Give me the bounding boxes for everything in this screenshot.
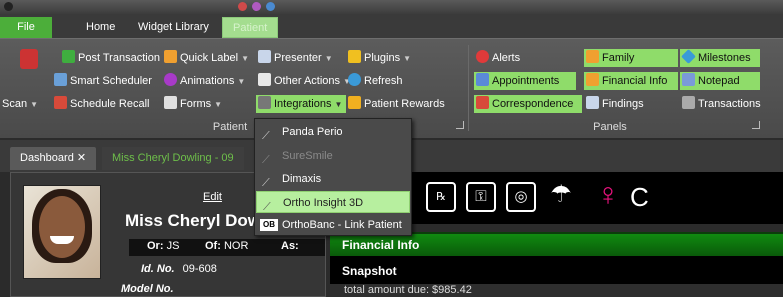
transactions-button[interactable]: Transactions (682, 95, 761, 113)
link-icon: ⟋ (262, 177, 270, 189)
findings-button[interactable]: Findings (586, 95, 644, 113)
cut-off-letter: C (630, 182, 649, 212)
correspondence-button[interactable]: Correspondence (474, 95, 582, 113)
other-actions-button[interactable]: Other Actions ▼ (258, 72, 351, 90)
refresh-button[interactable]: Refresh (348, 72, 403, 90)
dollar-icon (62, 50, 75, 63)
menu-item-panda-perio[interactable]: ⟋ Panda Perio (256, 121, 410, 143)
financial-info-button[interactable]: Financial Info (584, 72, 678, 90)
document-icon (258, 73, 271, 86)
prescription-icon[interactable]: ℞ (426, 182, 456, 212)
ribbon-separator (468, 45, 469, 131)
appointments-icon (476, 73, 489, 86)
register-icon (682, 96, 695, 109)
notepad-button[interactable]: Notepad (680, 72, 760, 90)
diamond-icon (681, 49, 696, 64)
patient-group-expand-icon[interactable] (456, 121, 464, 129)
edit-link[interactable]: Edit (203, 191, 222, 203)
patient-name: Miss Cheryl Dow (125, 211, 262, 230)
or-value: JS (166, 240, 180, 252)
close-icon[interactable]: ✕ (77, 152, 86, 164)
calendar-icon (54, 73, 67, 86)
lock-icon[interactable]: ⚿ (466, 182, 496, 212)
panels-group-expand-icon[interactable] (752, 121, 760, 129)
snapshot-header: Snapshot (330, 256, 783, 284)
menu-item-dimaxis[interactable]: ⟋ Dimaxis (256, 168, 410, 190)
quick-access-icon[interactable] (252, 2, 261, 11)
smart-scheduler-button[interactable]: Smart Scheduler (54, 72, 152, 90)
notepad-icon (682, 73, 695, 86)
family-button[interactable]: Family (584, 49, 678, 67)
of-value: NOR (223, 240, 249, 252)
quick-label-button[interactable]: Quick Label ▼ (164, 49, 249, 67)
total-amount-due: total amount due: $985.42 (330, 284, 783, 297)
schedule-recall-button[interactable]: Schedule Recall (54, 95, 150, 113)
globe-icon[interactable]: ◎ (506, 182, 536, 212)
link-icon: ⟋ (262, 154, 270, 166)
link-icon (258, 96, 271, 109)
tab-dashboard[interactable]: Dashboard ✕ (10, 147, 97, 170)
quick-access-icon[interactable] (238, 2, 247, 11)
panels-group-label: Panels (593, 121, 627, 133)
menu-item-orthobanc-link-patient[interactable]: OB OrthoBanc - Link Patient (256, 214, 410, 236)
integrations-dropdown: ⟋ Panda Perio ⟋ SureSmile ⟋ Dimaxis ⟋ Ortho … (254, 118, 412, 236)
milestones-button[interactable]: Milestones (680, 49, 760, 67)
model-number-label: Model No. (121, 283, 174, 295)
refresh-icon (348, 73, 361, 86)
scan-button[interactable]: Scan ▼ (2, 95, 38, 113)
correspondence-icon (476, 96, 489, 109)
star-icon (348, 96, 361, 109)
as-label: As: (281, 240, 299, 252)
app-orb-icon[interactable] (4, 2, 13, 11)
appointments-button[interactable]: Appointments (474, 72, 576, 90)
alert-icon (476, 50, 489, 63)
form-icon (164, 96, 177, 109)
presenter-button[interactable]: Presenter ▼ (258, 49, 333, 67)
integrations-button[interactable]: Integrations ▼ (256, 95, 347, 113)
menu-item-suresmile: ⟋ SureSmile (262, 150, 333, 166)
link-icon: ⟋ (263, 201, 271, 213)
alerts-button[interactable]: Alerts (476, 49, 520, 67)
patient-photo (23, 185, 101, 279)
post-transaction-button[interactable]: Post Transaction (62, 49, 160, 67)
provider-bar: Or: JS Of: NOR As: (129, 239, 325, 256)
puzzle-icon (348, 50, 361, 63)
female-gender-icon: ♀ (596, 176, 620, 212)
tab-home[interactable]: Home (76, 17, 125, 38)
plugins-button[interactable]: Plugins ▼ (348, 49, 411, 67)
animations-button[interactable]: Animations ▼ (164, 72, 245, 90)
window-title-strip (0, 0, 783, 14)
patient-rewards-button[interactable]: Patient Rewards (348, 95, 445, 113)
menu-item-ortho-insight-3d[interactable]: ⟋ Ortho Insight 3D (256, 191, 410, 213)
tab-file[interactable]: File (0, 17, 52, 38)
power-icon (164, 73, 177, 86)
recall-calendar-icon (54, 96, 67, 109)
orthobanc-icon: OB (260, 219, 278, 231)
family-icon (586, 50, 599, 63)
forms-button[interactable]: Forms ▼ (164, 95, 222, 113)
tab-patient-record[interactable]: Miss Cheryl Dowling - 09 (102, 147, 244, 170)
tab-patient[interactable]: Patient (222, 17, 278, 38)
id-number: Id. No. 09-608 (141, 263, 217, 275)
tag-icon (164, 50, 177, 63)
umbrella-icon[interactable]: ☂ (546, 182, 576, 212)
financial-icon (586, 73, 599, 86)
presenter-icon (258, 50, 271, 63)
scan-icon[interactable] (20, 49, 41, 69)
ribbon-tab-bar: File Home Widget Library Patient (0, 14, 783, 38)
quick-access-icon[interactable] (266, 2, 275, 11)
findings-icon (586, 96, 599, 109)
tab-widget-library[interactable]: Widget Library (128, 17, 219, 38)
link-icon: ⟋ (262, 130, 270, 142)
